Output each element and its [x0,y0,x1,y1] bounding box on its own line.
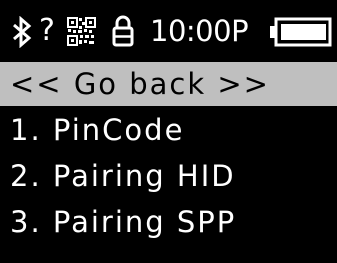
menu-item-pairing-hid[interactable]: 2. Pairing HID [0,154,337,198]
unknown-status-indicator: ? [39,13,55,48]
clock-time: 10:00P [150,14,249,48]
device-screen: ? 10:00P << Go back >> 1. PinCode 2. Pai… [0,0,337,263]
bluetooth-icon [10,16,34,48]
qr-code-icon [67,17,96,46]
menu-item-go-back[interactable]: << Go back >> [0,62,337,106]
lock-icon [110,14,136,48]
menu-item-pincode[interactable]: 1. PinCode [0,108,337,152]
battery-icon [270,16,332,48]
battery-fill [281,24,326,40]
menu-item-pairing-spp[interactable]: 3. Pairing SPP [0,200,337,244]
status-bar: ? 10:00P [0,6,337,56]
